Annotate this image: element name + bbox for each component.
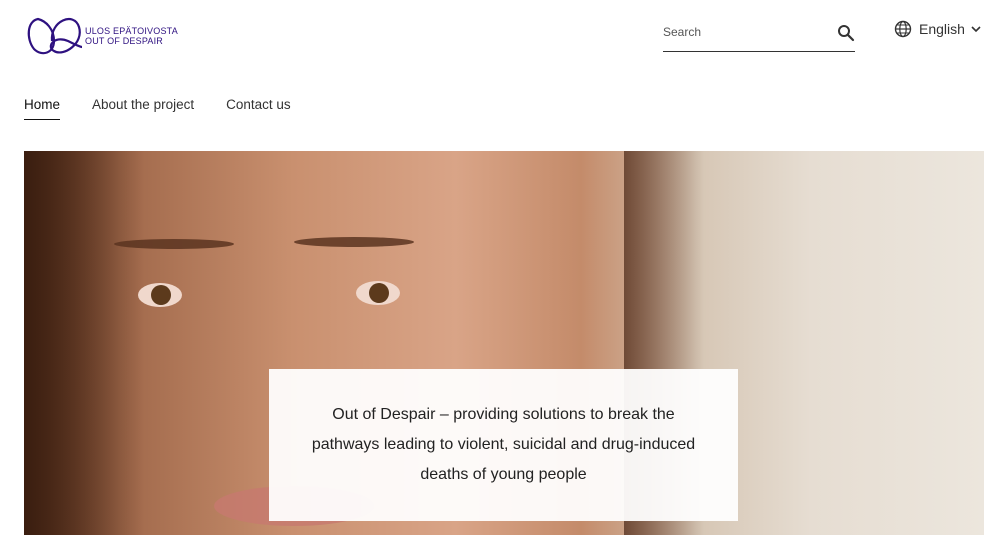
logo-text: ULOS EPÄTOIVOSTA OUT OF DESPAIR [85,26,178,46]
tab-home[interactable]: Home [24,97,61,120]
chevron-down-icon [971,26,981,33]
logo-line-1: ULOS EPÄTOIVOSTA [85,26,178,36]
hero-eyebrow-left [114,239,234,249]
language-selector[interactable]: English [894,20,981,38]
tab-contact-us[interactable]: Contact us [226,97,291,120]
tab-about-the-project[interactable]: About the project [92,97,194,120]
logo-mark-icon [27,17,82,55]
hero-hair-left [24,151,144,535]
language-label: English [919,21,965,37]
search-box [663,20,855,52]
site-logo[interactable]: ULOS EPÄTOIVOSTA OUT OF DESPAIR [24,13,178,59]
hero-image: Out of Despair – providing solutions to … [24,151,984,535]
hero-eye-left [138,283,182,307]
search-input[interactable] [663,25,823,39]
search-icon[interactable] [837,24,855,42]
hero-caption: Out of Despair – providing solutions to … [311,406,696,483]
hero-eyebrow-right [294,237,414,247]
logo-line-2: OUT OF DESPAIR [85,36,163,46]
globe-icon [894,20,912,38]
main-nav: Home About the project Contact us [24,97,323,120]
hero-eye-right [356,281,400,305]
hero-caption-box: Out of Despair – providing solutions to … [269,369,738,521]
